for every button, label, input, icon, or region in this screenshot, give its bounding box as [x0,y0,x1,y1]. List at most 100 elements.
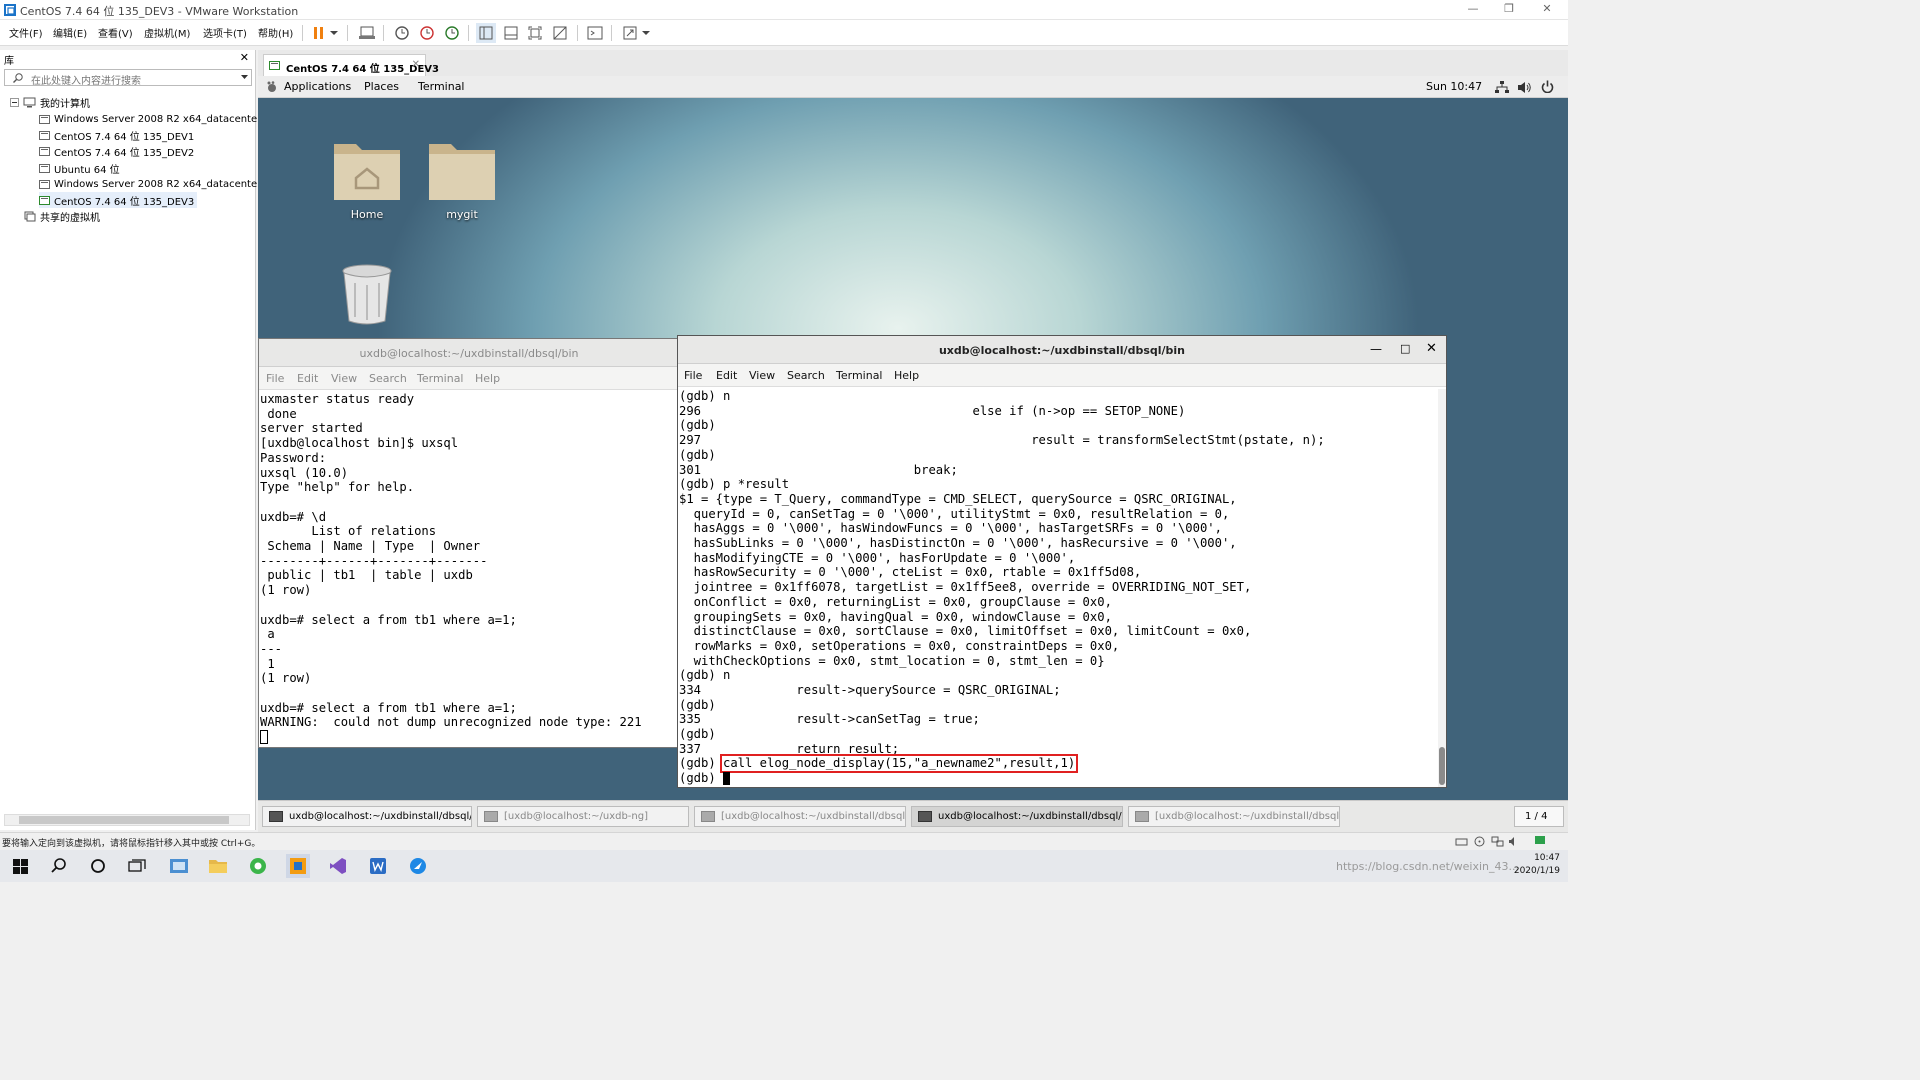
snapshot-icon[interactable] [392,23,412,43]
scrollbar-thumb[interactable] [1439,747,1445,785]
menu-help[interactable]: 帮助(H) [258,25,293,40]
vm-tab[interactable]: CentOS 7.4 64 位 135_DEV3 ✕ [263,54,439,76]
window-list-item[interactable]: [uxdb@localhost:~/uxdbinstall/dbsql/... [1128,806,1340,827]
tree-vm-item-selected[interactable]: CentOS 7.4 64 位 135_DEV3 [39,192,198,208]
vm-tab-close-button[interactable]: ✕ [412,59,420,70]
window-list-item[interactable]: uxdb@localhost:~/uxdbinstall/dbsql/... [262,806,472,827]
menu-view[interactable]: 查看(V) [98,25,133,40]
menu-help[interactable]: Help [475,372,500,385]
menu-vm[interactable]: 虚拟机(M) [144,25,190,40]
hdd-icon[interactable] [1455,836,1468,847]
feather-icon[interactable] [406,854,430,878]
applications-menu[interactable]: Applications [284,80,351,93]
menu-file[interactable]: 文件(F) [9,25,43,40]
menu-terminal[interactable]: Terminal [836,369,883,382]
gnome-clock[interactable]: Sun 10:47 [1426,80,1482,93]
tree-vm-item[interactable]: Windows Server 2008 R2 x64_datacenter2 [39,176,268,192]
tree-shared-vms[interactable]: 共享的虚拟机 [24,208,100,224]
window-list-item[interactable]: [uxdb@localhost:~/uxdb-ng] [477,806,689,827]
menu-edit[interactable]: 编辑(E) [53,25,87,40]
cd-icon[interactable] [1474,836,1485,847]
clock-time: 10:47 [1534,853,1560,863]
window-list-item-active[interactable]: uxdb@localhost:~/uxdbinstall/dbsql/... [911,806,1123,827]
library-horizontal-scrollbar[interactable] [4,814,250,826]
chevron-down-icon[interactable] [328,23,340,43]
desktop-icon-home[interactable]: Home [322,134,412,221]
search-placeholder: 在此处键入内容进行搜索 [31,76,141,87]
power-icon[interactable] [1541,80,1554,93]
library-search-input[interactable]: 在此处键入内容进行搜索 [4,69,252,87]
network-adapter-icon[interactable] [1491,836,1504,847]
terminal-scrollbar[interactable] [1438,389,1446,787]
full-screen-icon[interactable] [525,23,545,43]
tree-vm-item[interactable]: CentOS 7.4 64 位 135_DEV1 [39,127,194,143]
menu-file[interactable]: File [684,369,702,382]
pause-icon[interactable] [309,23,329,43]
thumbnail-bar-icon[interactable] [501,23,521,43]
maximize-button[interactable]: □ [1400,342,1410,355]
desktop-icon-mygit[interactable]: mygit [417,134,507,221]
tree-vm-item[interactable]: Ubuntu 64 位 [39,160,120,176]
menu-terminal[interactable]: Terminal [417,372,464,385]
menu-search[interactable]: Search [787,369,825,382]
close-button[interactable]: ✕ [1426,341,1437,356]
places-menu[interactable]: Places [364,80,399,93]
unity-icon[interactable] [550,23,570,43]
visual-studio-icon[interactable] [326,854,350,878]
taskbar-clock[interactable]: 10:47 2020/1/19 [1514,852,1560,878]
collapse-icon[interactable] [10,97,19,107]
vmware-icon[interactable] [167,854,191,878]
minimize-button[interactable]: — [1458,2,1488,18]
chevron-down-icon[interactable] [640,23,652,43]
terminal-app-menu[interactable]: Terminal [418,80,465,93]
terminal-window-right[interactable]: uxdb@localhost:~/uxdbinstall/dbsql/bin —… [677,335,1447,788]
tree-vm-item[interactable]: CentOS 7.4 64 位 135_DEV2 [39,143,194,159]
show-library-icon[interactable] [476,23,496,43]
terminal-icon [484,811,498,822]
revert-snapshot-icon[interactable] [417,23,437,43]
vm-icon [39,130,50,140]
cortana-icon[interactable] [86,854,110,878]
desktop-icon-trash[interactable] [322,263,412,327]
send-keys-icon[interactable] [357,23,377,43]
tree-vm-item[interactable]: Windows Server 2008 R2 x64_datacenter [39,111,261,127]
folder-icon[interactable] [206,854,230,878]
library-close-button[interactable]: ✕ [240,51,249,64]
scrollbar-thumb[interactable] [19,816,229,824]
app-icon[interactable] [286,854,310,878]
gnome-window-list: uxdb@localhost:~/uxdbinstall/dbsql/... [… [258,800,1568,832]
window-list-item[interactable]: [uxdb@localhost:~/uxdbinstall/dbsql/... [694,806,906,827]
minimize-button[interactable]: — [1370,342,1382,356]
tree-my-computer[interactable]: 我的计算机 [10,94,90,110]
restore-button[interactable]: ❐ [1494,2,1524,18]
vm-view: CentOS 7.4 64 位 135_DEV3 ✕ Applications … [258,50,1568,832]
console-view-icon[interactable] [585,23,605,43]
volume-icon[interactable] [1517,81,1531,94]
network-icon[interactable] [1495,81,1509,94]
browser-icon[interactable] [246,854,270,878]
windows-start-icon[interactable] [8,854,32,878]
snapshot-manager-icon[interactable] [442,23,462,43]
menu-view[interactable]: View [331,372,357,385]
chevron-down-icon[interactable] [241,75,248,80]
terminal-output[interactable]: uxmaster status ready done server starte… [260,392,642,730]
library-panel: 库 ✕ 在此处键入内容进行搜索 我的计算机 Windows Server 200… [0,50,268,830]
terminal-output[interactable]: (gdb) n 296 else if (n->op == SETOP_NONE… [679,389,1325,757]
menu-search[interactable]: Search [369,372,407,385]
menu-edit[interactable]: Edit [297,372,318,385]
search-icon[interactable] [47,854,71,878]
word-icon[interactable] [366,854,390,878]
vmware-title-bar: CentOS 7.4 64 位 135_DEV3 - VMware Workst… [0,0,1568,20]
close-button[interactable]: ✕ [1532,2,1562,18]
workspace-switcher[interactable]: 1 / 4 [1514,806,1564,827]
terminal-window-left[interactable]: uxdb@localhost:~/uxdbinstall/dbsql/bin F… [258,338,680,748]
sound-card-icon[interactable] [1508,836,1520,847]
message-icon[interactable] [1534,835,1546,847]
task-view-icon[interactable] [125,854,149,878]
menu-tabs[interactable]: 选项卡(T) [203,25,247,40]
menu-view[interactable]: View [749,369,775,382]
menu-edit[interactable]: Edit [716,369,737,382]
menu-file[interactable]: File [266,372,284,385]
stretch-guest-icon[interactable] [620,23,640,43]
menu-help[interactable]: Help [894,369,919,382]
